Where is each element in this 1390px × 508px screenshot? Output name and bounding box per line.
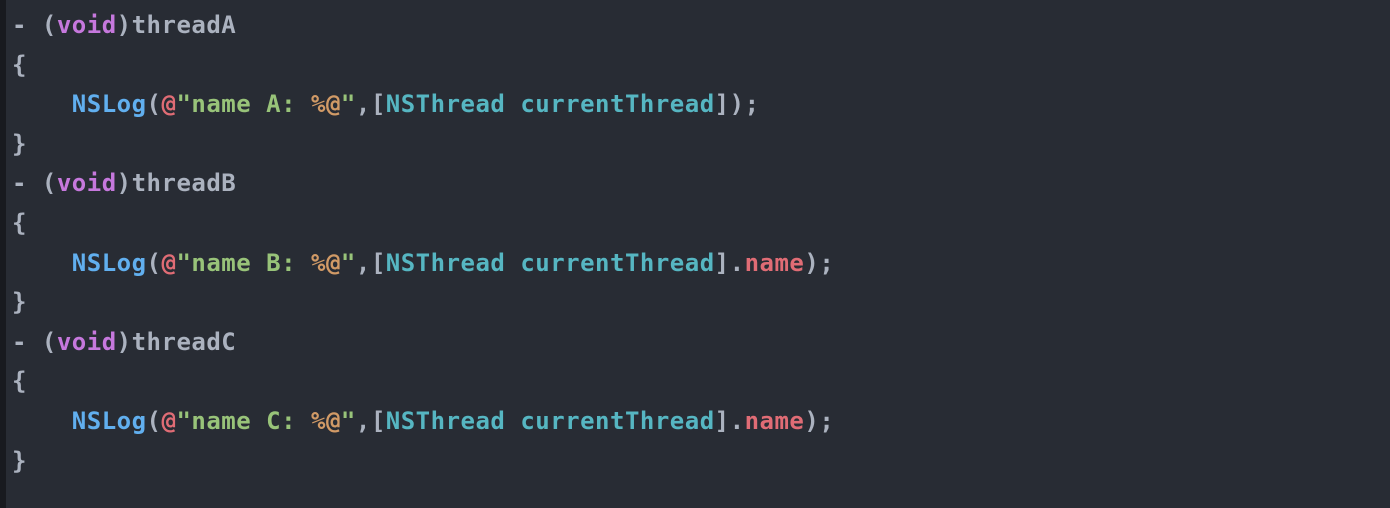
code-line: } <box>12 447 27 475</box>
code-editor[interactable]: - (void)threadA { NSLog(@"name A: %@",[N… <box>6 0 1384 481</box>
code-line: - (void)threadB <box>12 169 236 197</box>
code-line: } <box>12 130 27 158</box>
code-line: NSLog(@"name B: %@",[NSThread currentThr… <box>12 249 834 277</box>
code-line: } <box>12 288 27 316</box>
code-line: { <box>12 51 27 79</box>
code-line: { <box>12 367 27 395</box>
code-line: - (void)threadA <box>12 11 236 39</box>
code-line: NSLog(@"name A: %@",[NSThread currentThr… <box>12 90 760 118</box>
code-line: NSLog(@"name C: %@",[NSThread currentThr… <box>12 407 834 435</box>
code-line: - (void)threadC <box>12 328 236 356</box>
code-line: { <box>12 209 27 237</box>
